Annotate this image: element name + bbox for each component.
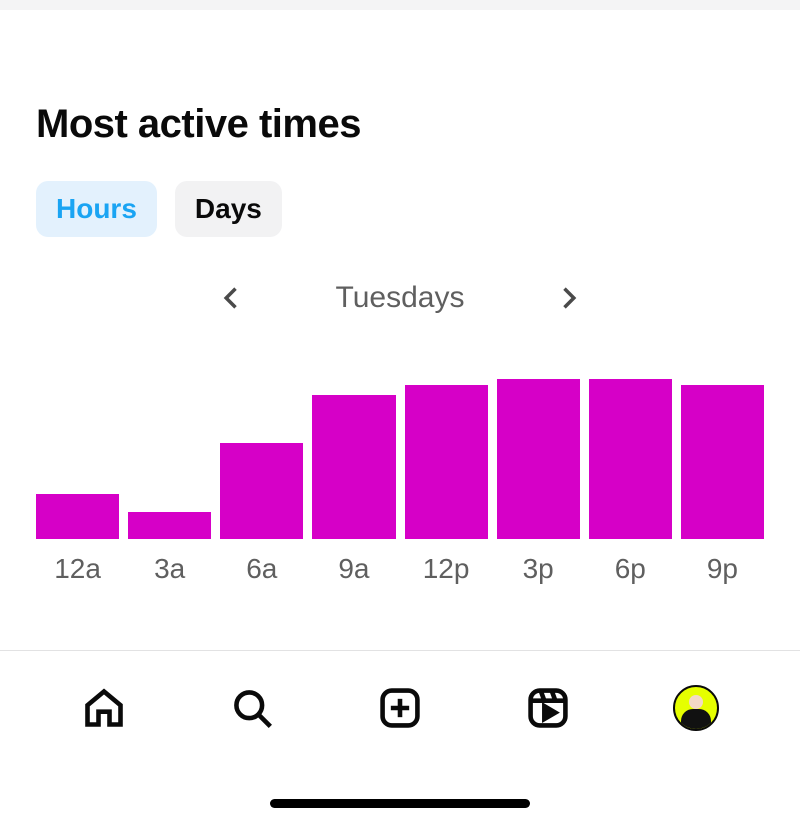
chart-x-label: 3p [497,553,580,585]
chart-x-label: 6a [220,553,303,585]
chart-bar [36,494,119,539]
home-icon [82,686,126,730]
chart-x-labels: 12a 3a 6a 9a 12p 3p 6p 9p [36,553,764,585]
chevron-left-icon[interactable] [218,284,246,312]
search-icon [230,686,274,730]
chart-bar [681,385,764,539]
reels-icon [526,686,570,730]
chart-bar [128,512,211,539]
chart-bars [36,379,764,539]
day-nav: Tuesdays [36,281,764,315]
tab-days[interactable]: Days [175,181,282,237]
nav-search[interactable] [224,680,280,736]
chart-x-label: 3a [128,553,211,585]
create-icon [378,686,422,730]
chart-bar [220,443,303,539]
chart-bar [497,379,580,539]
chart-x-label: 12p [405,553,488,585]
main-content: Most active times Hours Days Tuesdays 12… [0,10,800,585]
divider [0,650,800,651]
nav-profile[interactable] [668,680,724,736]
chart-bar [312,395,395,539]
avatar-icon [673,685,719,731]
nav-create[interactable] [372,680,428,736]
chart-x-label: 6p [589,553,672,585]
day-label: Tuesdays [336,281,465,315]
tabs: Hours Days [36,181,764,237]
page-title: Most active times [36,102,764,147]
nav-reels[interactable] [520,680,576,736]
chart-bar [589,379,672,539]
top-strip [0,0,800,10]
chart-x-label: 12a [36,553,119,585]
chart-x-label: 9p [681,553,764,585]
chart: 12a 3a 6a 9a 12p 3p 6p 9p [36,379,764,585]
nav-home[interactable] [76,680,132,736]
chevron-right-icon[interactable] [554,284,582,312]
chart-x-label: 9a [312,553,395,585]
tab-hours[interactable]: Hours [36,181,157,237]
chart-bar [405,385,488,539]
home-indicator [270,799,530,808]
bottom-nav [0,662,800,754]
